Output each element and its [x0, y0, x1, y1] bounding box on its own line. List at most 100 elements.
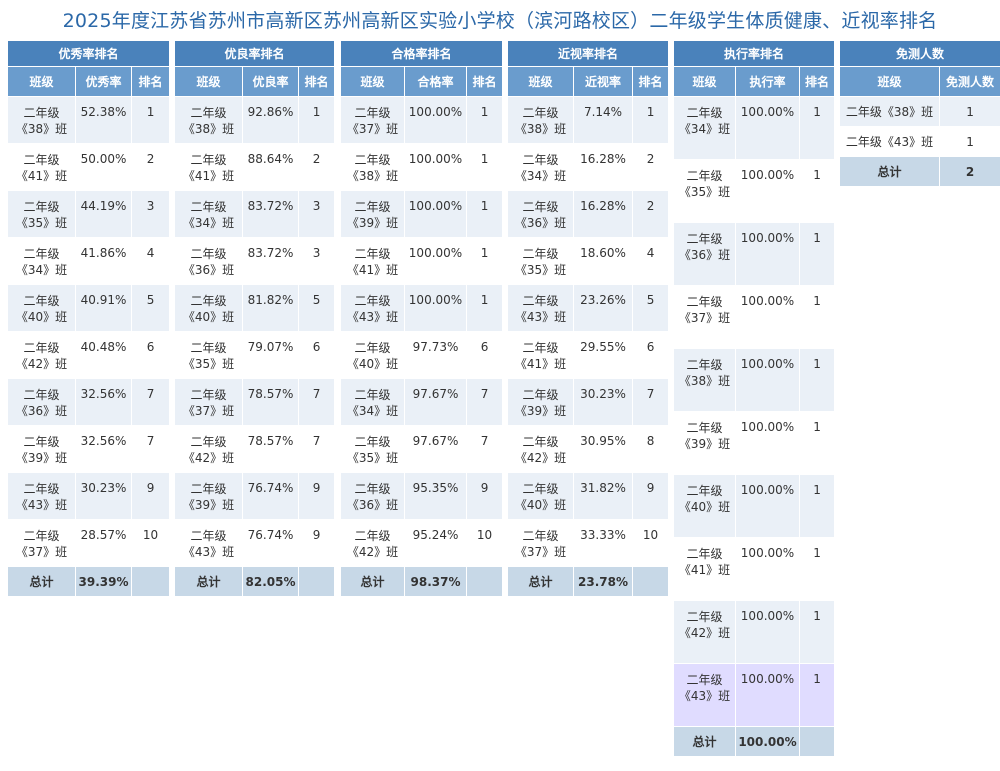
table-title: 免测人数 [838, 40, 1000, 67]
rank-cell: 9 [297, 519, 336, 567]
table-row: 二年级《39》班 100.00% 1 [673, 411, 836, 475]
total-value: 100.00% [735, 726, 800, 757]
rate-cell: 30.23% [75, 472, 132, 520]
column-header-class: 班级 [507, 66, 574, 97]
rate-cell: 50.00% [75, 143, 132, 191]
column-header-class: 班级 [340, 66, 405, 97]
total-label: 总计 [673, 726, 736, 757]
rank-cell: 7 [130, 378, 171, 426]
class-name-cell: 二年级《40》班 [507, 472, 574, 520]
table-row: 二年级《43》班 30.23% 9 [7, 472, 171, 520]
total-value: 23.78% [573, 566, 633, 597]
rate-cell: 97.67% [404, 425, 467, 473]
table-row: 二年级《43》班 100.00% 1 [340, 284, 504, 332]
column-header-count: 免测人数 [938, 66, 1000, 97]
rank-cell: 1 [297, 96, 336, 144]
class-name-cell: 二年级《37》班 [673, 285, 736, 349]
column-header-rate: 合格率 [404, 66, 467, 97]
rate-cell: 100.00% [735, 285, 800, 349]
rate-cell: 97.67% [404, 378, 467, 426]
class-name-cell: 二年级《43》班 [340, 284, 405, 332]
class-name-cell: 二年级《37》班 [7, 519, 76, 567]
table-row: 二年级《37》班 78.57% 7 [174, 378, 336, 426]
myopia-rate-table: 近视率排名 班级 近视率 排名 二年级《38》班 7.14% 1 二年级《34》班 16… [506, 40, 670, 597]
rate-cell: 83.72% [242, 237, 299, 285]
column-header-rate: 优良率 [242, 66, 299, 97]
execution-rate-table: 执行率排名 班级 执行率 排名 二年级《34》班 100.00% 1 二年级《35》班… [672, 40, 836, 757]
rank-cell: 7 [465, 378, 504, 426]
rank-cell: 6 [465, 331, 504, 379]
class-name-cell: 二年级《42》班 [7, 331, 76, 379]
column-header-rate: 优秀率 [75, 66, 132, 97]
table-row: 二年级《42》班 78.57% 7 [174, 425, 336, 473]
rate-cell: 30.23% [573, 378, 633, 426]
class-name-cell: 二年级《43》班 [839, 126, 940, 157]
table-row: 二年级《43》班 1 [839, 126, 1000, 157]
table-row: 二年级《34》班 16.28% 2 [507, 143, 670, 191]
rank-cell: 6 [130, 331, 171, 379]
rank-cell: 1 [465, 190, 504, 238]
rank-cell: 2 [631, 190, 670, 238]
class-name-cell: 二年级《37》班 [340, 96, 405, 144]
rate-cell: 100.00% [735, 663, 800, 727]
rank-cell: 1 [465, 284, 504, 332]
rate-cell: 100.00% [735, 537, 800, 601]
rate-cell: 95.24% [404, 519, 467, 567]
class-name-cell: 二年级《36》班 [340, 472, 405, 520]
rank-cell: 6 [297, 331, 336, 379]
table-row: 二年级《40》班 100.00% 1 [673, 474, 836, 538]
class-name-cell: 二年级《36》班 [174, 237, 243, 285]
rate-cell: 100.00% [404, 190, 467, 238]
table-row: 二年级《36》班 32.56% 7 [7, 378, 171, 426]
column-header-rate: 近视率 [573, 66, 633, 97]
rank-cell: 9 [130, 472, 171, 520]
table-row: 二年级《35》班 44.19% 3 [7, 190, 171, 238]
class-name-cell: 二年级《37》班 [174, 378, 243, 426]
table-row: 二年级《34》班 41.86% 4 [7, 237, 171, 285]
table-row: 二年级《37》班 28.57% 10 [7, 519, 171, 567]
column-header-class: 班级 [174, 66, 243, 97]
page-title: 2025年度江苏省苏州市高新区苏州高新区实验小学校（滨河路校区）二年级学生体质健… [62, 10, 938, 32]
column-header-rate: 执行率 [735, 66, 800, 97]
class-name-cell: 二年级《38》班 [673, 348, 736, 412]
rate-cell: 40.91% [75, 284, 132, 332]
rate-cell: 100.00% [735, 474, 800, 538]
class-name-cell: 二年级《43》班 [174, 519, 243, 567]
rate-cell: 100.00% [404, 96, 467, 144]
rank-cell: 3 [297, 237, 336, 285]
table-row: 二年级《41》班 50.00% 2 [7, 143, 171, 191]
class-name-cell: 二年级《38》班 [7, 96, 76, 144]
rank-cell: 5 [631, 284, 670, 332]
class-name-cell: 二年级《34》班 [340, 378, 405, 426]
rate-cell: 7.14% [573, 96, 633, 144]
class-name-cell: 二年级《34》班 [673, 96, 736, 160]
rate-cell: 100.00% [404, 237, 467, 285]
rate-cell: 78.57% [242, 378, 299, 426]
class-name-cell: 二年级《43》班 [507, 284, 574, 332]
table-row: 二年级《37》班 100.00% 1 [340, 96, 504, 144]
class-name-cell: 二年级《37》班 [507, 519, 574, 567]
table-row: 二年级《40》班 40.91% 5 [7, 284, 171, 332]
class-name-cell: 二年级《39》班 [507, 378, 574, 426]
table-row: 二年级《43》班 23.26% 5 [507, 284, 670, 332]
total-empty [130, 566, 171, 597]
rank-cell: 9 [297, 472, 336, 520]
table-row: 二年级《34》班 100.00% 1 [673, 96, 836, 160]
class-name-cell: 二年级《41》班 [7, 143, 76, 191]
rank-cell: 1 [130, 96, 171, 144]
total-value: 2 [938, 156, 1000, 187]
table-row: 二年级《43》班 76.74% 9 [174, 519, 336, 567]
class-name-cell: 二年级《41》班 [174, 143, 243, 191]
table-title: 执行率排名 [672, 40, 836, 67]
total-empty [631, 566, 670, 597]
rate-cell: 81.82% [242, 284, 299, 332]
table-row: 二年级《37》班 33.33% 10 [507, 519, 670, 567]
rank-cell: 1 [798, 96, 836, 160]
rate-cell: 100.00% [735, 600, 800, 664]
table-row: 二年级《38》班 52.38% 1 [7, 96, 171, 144]
total-label: 总计 [507, 566, 574, 597]
table-row: 二年级《38》班 100.00% 1 [340, 143, 504, 191]
rank-cell: 9 [465, 472, 504, 520]
class-name-cell: 二年级《42》班 [340, 519, 405, 567]
rank-cell: 9 [631, 472, 670, 520]
